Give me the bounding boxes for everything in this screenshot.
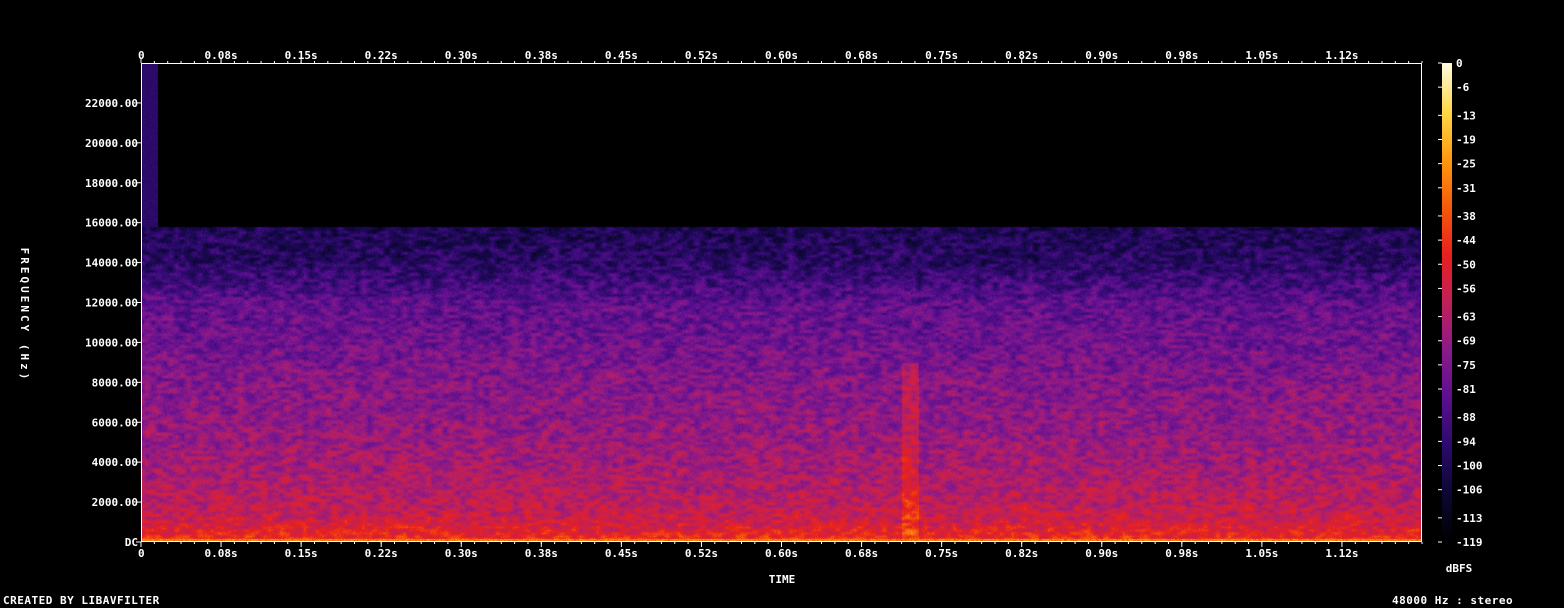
x-tick-label-bottom: 0 bbox=[138, 547, 145, 560]
y-tick-label: 2000.00 bbox=[92, 496, 138, 509]
x-tick-label-top: 0.60s bbox=[765, 49, 798, 62]
x-tick-label-top: 0.75s bbox=[925, 49, 958, 62]
colorbar-tick-label: -113 bbox=[1456, 512, 1483, 525]
x-tick-label-bottom: 0.30s bbox=[445, 547, 478, 560]
y-axis-label: FREQUENCY (Hz) bbox=[18, 248, 31, 383]
y-tick-label: DC bbox=[125, 536, 138, 549]
colorbar-tick-label: -81 bbox=[1456, 383, 1476, 396]
colorbar-tick-label: -31 bbox=[1456, 182, 1476, 195]
y-axis: DC 2000.00 4000.00 6000.00 8000.00 10000.00 12… bbox=[85, 97, 141, 549]
x-tick-label-bottom: 0.60s bbox=[765, 547, 798, 560]
colorbar-tick-label: 0 bbox=[1456, 57, 1463, 70]
x-tick-label-top: 0.68s bbox=[845, 49, 878, 62]
x-tick-label-bottom: 0.45s bbox=[605, 547, 638, 560]
x-axis-top: 0 0.08s 0.15s 0.22s 0.30s 0.38s 0.45s 0.52s 0.60… bbox=[138, 49, 1423, 63]
colorbar-tick-label: -56 bbox=[1456, 282, 1476, 295]
x-tick-label-top: 0.38s bbox=[525, 49, 558, 62]
y-tick-label: 22000.00 bbox=[85, 97, 138, 110]
y-tick-label: 10000.00 bbox=[85, 336, 138, 349]
colorbar-tick-label: -13 bbox=[1456, 109, 1476, 122]
colorbar-tick-label: -94 bbox=[1456, 435, 1476, 448]
x-tick-label-top: 0.08s bbox=[205, 49, 238, 62]
y-tick-label: 8000.00 bbox=[92, 376, 138, 389]
colorbar-tick-label: -119 bbox=[1456, 536, 1483, 549]
colorbar-tick-label: -63 bbox=[1456, 311, 1476, 324]
x-tick-label-top: 1.05s bbox=[1245, 49, 1278, 62]
colorbar: 0 -6 -13 -19 -25 -31 -38 -44 -50 -56 -63 -69 -75 -81 -… bbox=[1438, 57, 1483, 549]
x-tick-label-bottom: 0.15s bbox=[285, 547, 318, 560]
colorbar-scale bbox=[1442, 63, 1452, 542]
x-tick-label-top: 0.30s bbox=[445, 49, 478, 62]
x-tick-label-top: 0.98s bbox=[1165, 49, 1198, 62]
x-tick-label-top: 0.82s bbox=[1005, 49, 1038, 62]
x-tick-label-bottom: 1.05s bbox=[1245, 547, 1278, 560]
y-tick-label: 20000.00 bbox=[85, 137, 138, 150]
y-tick-label: 12000.00 bbox=[85, 297, 138, 310]
y-tick-label: 16000.00 bbox=[85, 217, 138, 230]
colorbar-tick-label: -75 bbox=[1456, 359, 1476, 372]
spectrogram-chart: 0 0.08s 0.15s 0.22s 0.30s 0.38s 0.45s 0.52s 0.60… bbox=[18, 49, 1483, 586]
spectrogram-raster bbox=[141, 63, 1422, 542]
y-tick-label: 14000.00 bbox=[85, 257, 138, 270]
colorbar-tick-label: -106 bbox=[1456, 484, 1483, 497]
x-tick-label-bottom: 0.82s bbox=[1005, 547, 1038, 560]
x-tick-label-bottom: 0.38s bbox=[525, 547, 558, 560]
y-tick-label: 6000.00 bbox=[92, 416, 138, 429]
x-axis-label: TIME bbox=[769, 573, 796, 586]
colorbar-tick-label: -44 bbox=[1456, 234, 1476, 247]
x-tick-label-bottom: 0.90s bbox=[1085, 547, 1118, 560]
colorbar-tick-label: -6 bbox=[1456, 81, 1470, 94]
x-tick-label-bottom: 1.12s bbox=[1325, 547, 1358, 560]
x-tick-label-bottom: 0.52s bbox=[685, 547, 718, 560]
x-tick-label-bottom: 0.75s bbox=[925, 547, 958, 560]
footer-sample-rate: 48000 Hz : stereo bbox=[1392, 594, 1514, 607]
colorbar-tick-label: -38 bbox=[1456, 210, 1476, 223]
colorbar-tick-label: -100 bbox=[1456, 460, 1483, 473]
spectrogram-image bbox=[141, 63, 1422, 542]
x-tick-label-top: 0 bbox=[138, 49, 145, 62]
colorbar-tick-label: -88 bbox=[1456, 411, 1476, 424]
colorbar-label: dBFS bbox=[1446, 562, 1473, 575]
x-tick-label-bottom: 0.08s bbox=[205, 547, 238, 560]
x-tick-label-top: 0.22s bbox=[365, 49, 398, 62]
x-tick-label-top: 0.45s bbox=[605, 49, 638, 62]
y-tick-label: 18000.00 bbox=[85, 177, 138, 190]
x-tick-label-top: 0.90s bbox=[1085, 49, 1118, 62]
x-axis-bottom: 0 0.08s 0.15s 0.22s 0.30s 0.38s 0.45s 0.52s 0.60… bbox=[138, 542, 1423, 560]
colorbar-tick-label: -19 bbox=[1456, 133, 1476, 146]
colorbar-tick-label: -50 bbox=[1456, 258, 1476, 271]
x-tick-label-top: 1.12s bbox=[1325, 49, 1358, 62]
footer-credit: CREATED BY LIBAVFILTER bbox=[3, 594, 160, 607]
x-tick-label-bottom: 0.98s bbox=[1165, 547, 1198, 560]
x-tick-label-top: 0.15s bbox=[285, 49, 318, 62]
x-tick-label-bottom: 0.68s bbox=[845, 547, 878, 560]
y-tick-label: 4000.00 bbox=[92, 456, 138, 469]
x-tick-label-bottom: 0.22s bbox=[365, 547, 398, 560]
x-tick-label-top: 0.52s bbox=[685, 49, 718, 62]
colorbar-tick-label: -25 bbox=[1456, 158, 1476, 171]
colorbar-tick-label: -69 bbox=[1456, 335, 1476, 348]
